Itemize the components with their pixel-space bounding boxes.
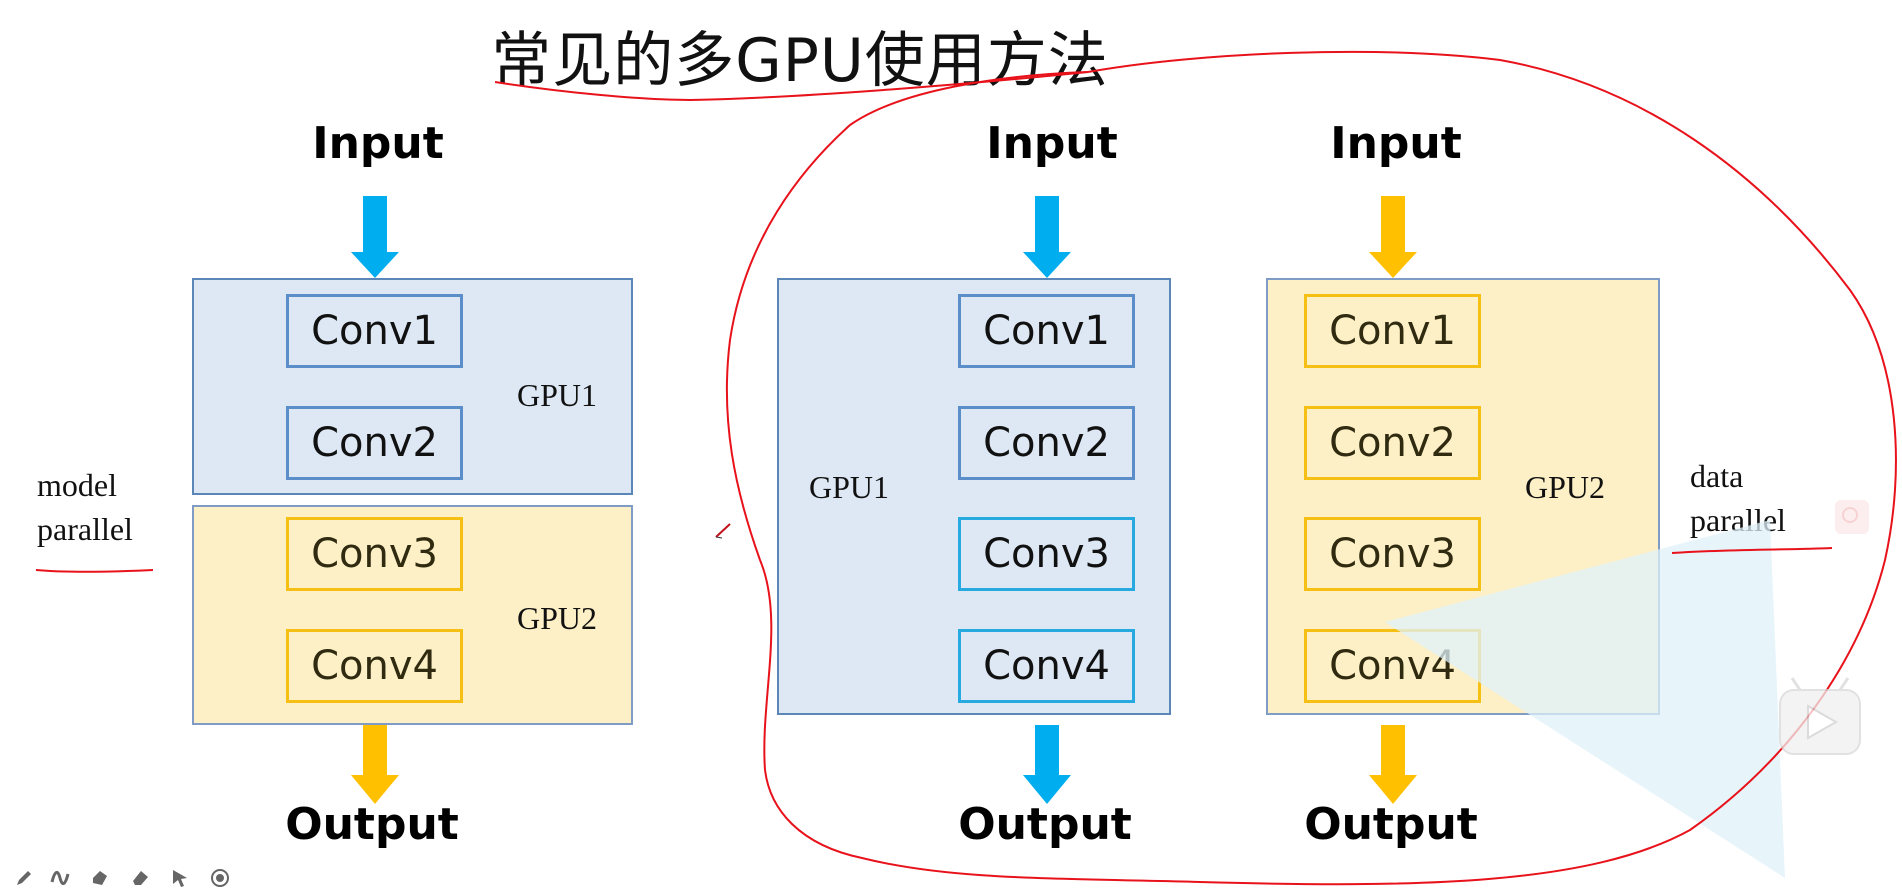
record-icon[interactable] <box>210 868 230 888</box>
title-underline-annotation <box>494 71 1089 102</box>
highlighter-icon[interactable] <box>90 868 110 888</box>
pen-cursor-icon <box>715 523 731 539</box>
model-parallel-output-arrow <box>351 725 399 804</box>
diagram-overlay <box>35 50 1897 886</box>
pen-icon[interactable] <box>14 868 34 888</box>
pointer-icon[interactable] <box>170 868 190 888</box>
model-parallel-input-arrow <box>351 196 399 278</box>
eraser-icon[interactable] <box>130 868 150 888</box>
curve-icon[interactable] <box>50 868 70 888</box>
watermark-shape <box>1385 520 1785 878</box>
data-parallel-2-output-arrow <box>1369 725 1417 804</box>
search-badge-icon <box>1835 500 1869 534</box>
data-parallel-1-input-arrow <box>1023 196 1071 278</box>
video-player-icon <box>1779 677 1861 755</box>
model-parallel-underline-annotation <box>35 569 154 573</box>
data-parallel-1-output-arrow <box>1023 725 1071 804</box>
data-parallel-2-input-arrow <box>1369 196 1417 278</box>
